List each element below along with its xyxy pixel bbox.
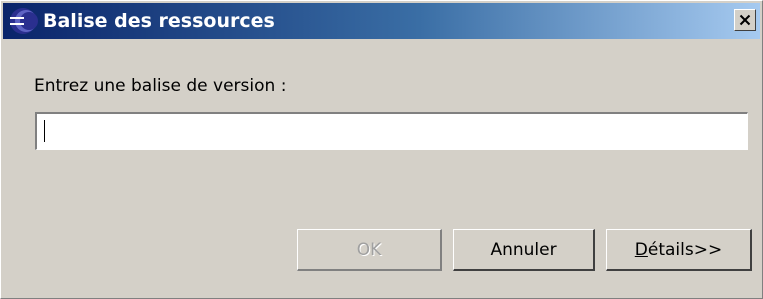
details-mnemonic: D	[634, 239, 648, 260]
details-label-rest: étails>>	[647, 239, 723, 260]
text-caret	[44, 120, 45, 142]
cancel-button[interactable]: Annuler	[453, 229, 595, 271]
title-bar[interactable]: Balise des ressources	[3, 3, 760, 39]
version-tag-label: Entrez une balise de version :	[34, 76, 287, 96]
details-button[interactable]: Détails>>	[606, 229, 752, 271]
dialog-title: Balise des ressources	[43, 10, 275, 32]
close-button[interactable]	[734, 9, 756, 31]
tag-resources-dialog: Balise des ressources Entrez une balise …	[0, 0, 763, 299]
ok-button[interactable]: OK	[297, 229, 442, 271]
ok-button-label: OK	[356, 239, 382, 260]
cancel-button-label: Annuler	[490, 239, 557, 260]
close-icon	[739, 11, 751, 30]
version-tag-input[interactable]	[35, 112, 748, 150]
eclipse-app-icon	[7, 5, 39, 37]
details-button-label: Détails>>	[635, 240, 722, 260]
